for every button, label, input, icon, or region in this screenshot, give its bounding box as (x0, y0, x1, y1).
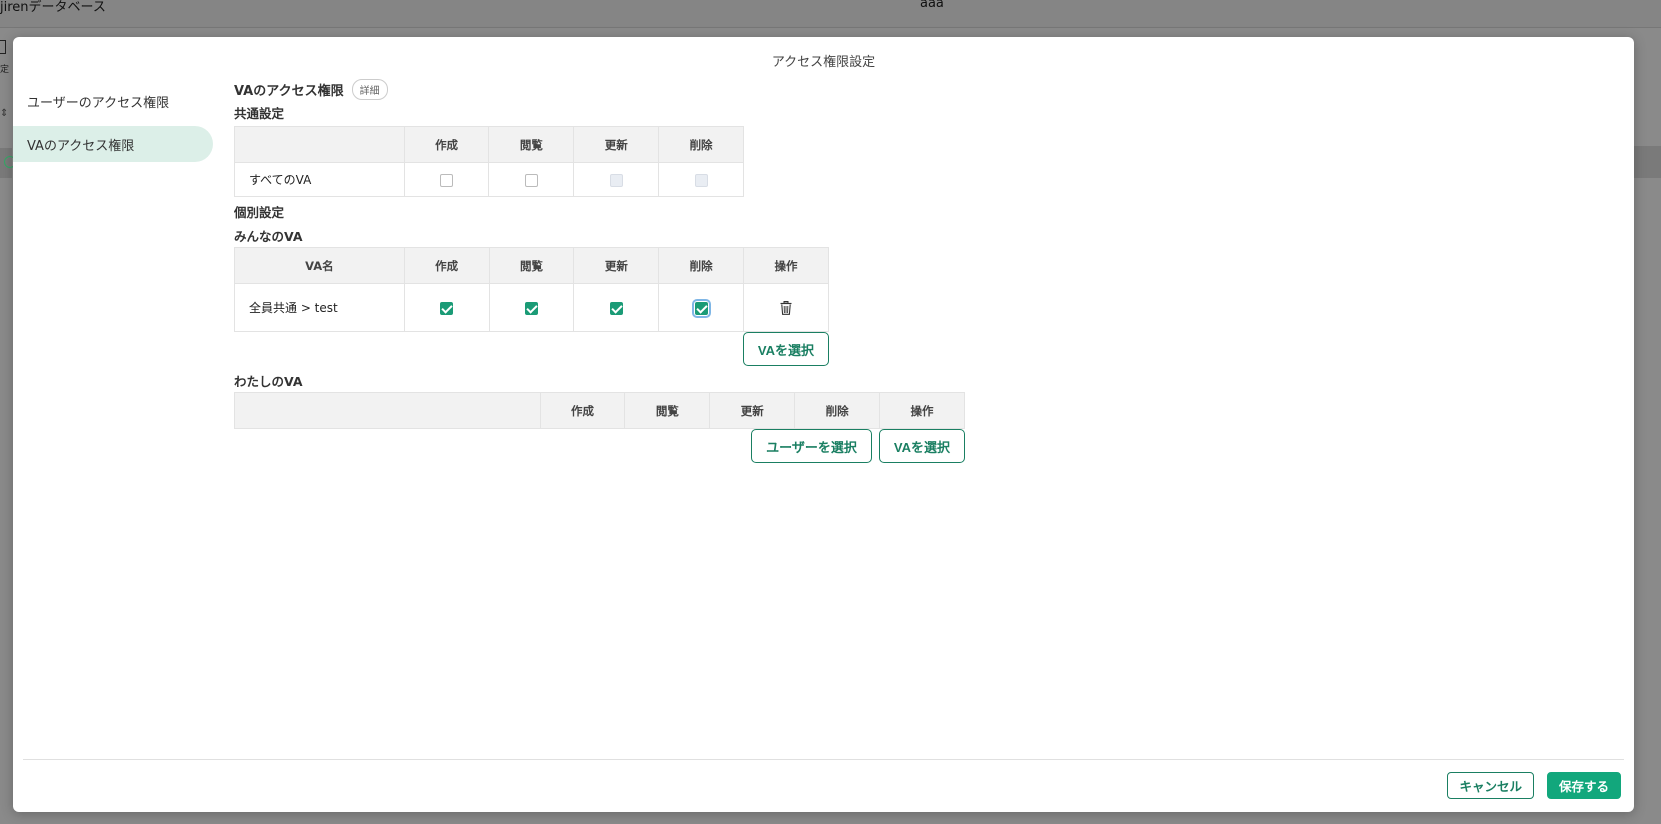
nav-item-va-access[interactable]: VAのアクセス権限 (13, 126, 213, 162)
column-header (234, 126, 405, 163)
view-cell (488, 162, 575, 197)
modal-title: アクセス権限設定 (771, 55, 876, 70)
column-header: 更新 (573, 126, 660, 163)
view-checkbox[interactable] (524, 173, 538, 187)
column-header: 削除 (794, 392, 881, 429)
create-cell (403, 162, 490, 197)
create-cell (403, 283, 490, 332)
update-checkbox[interactable] (609, 301, 623, 315)
va-name-cell: 全員共通 > test (234, 283, 405, 332)
everyone-va-actions: VAを選択 (234, 332, 829, 366)
section-title: VAのアクセス権限 (234, 83, 344, 99)
column-header: VA名 (234, 247, 405, 284)
column-header: 作成 (539, 392, 626, 429)
column-header: 閲覧 (624, 392, 711, 429)
common-settings-heading: 共通設定 (234, 106, 285, 121)
background-document-icon (0, 40, 6, 54)
footer-divider (23, 759, 1624, 760)
view-checkbox[interactable] (524, 301, 538, 315)
va-name-cell: すべてのVA (234, 162, 405, 197)
select-user-button[interactable]: ユーザーを選択 (751, 429, 872, 463)
update-cell (573, 162, 660, 197)
delete-checkbox (694, 173, 708, 187)
modal-footer: キャンセル 保存する (1447, 772, 1621, 799)
nav-item-label: VAのアクセス権限 (27, 138, 135, 154)
delete-checkbox[interactable] (691, 298, 711, 318)
update-checkbox (609, 173, 623, 187)
table-row: すべてのVA (234, 162, 744, 197)
sort-icon: ⇕ (0, 108, 9, 119)
save-button[interactable]: 保存する (1546, 772, 1621, 799)
column-header: 閲覧 (488, 126, 575, 163)
individual-settings-heading: 個別設定 (234, 205, 285, 220)
delete-cell (658, 162, 744, 197)
background-row-end (1633, 146, 1661, 178)
background-side-label: 定 (0, 65, 10, 75)
common-settings-table: 作成 閲覧 更新 削除 すべてのVA (234, 126, 744, 197)
nav-item-user-access[interactable]: ユーザーのアクセス権限 (13, 83, 213, 119)
view-cell (488, 283, 575, 332)
column-header: 操作 (743, 247, 829, 284)
va-access-content: VAのアクセス権限 詳細 共通設定 作成 閲覧 更新 削除 すべてのVA 個別設… (234, 78, 1234, 463)
column-header: 閲覧 (488, 247, 575, 284)
modal-side-nav: ユーザーのアクセス権限 VAのアクセス権限 (13, 83, 213, 169)
select-va-button[interactable]: VAを選択 (742, 332, 829, 366)
my-va-heading: わたしのVA (234, 374, 303, 389)
cancel-button[interactable]: キャンセル (1447, 772, 1534, 799)
create-checkbox[interactable] (440, 173, 454, 187)
detail-badge[interactable]: 詳細 (351, 78, 388, 100)
column-header: 作成 (403, 247, 490, 284)
column-header (234, 392, 541, 429)
update-cell (573, 283, 660, 332)
my-va-actions: ユーザーを選択 VAを選択 (234, 429, 965, 463)
column-header: 削除 (658, 247, 745, 284)
va-access-heading: VAのアクセス権限 詳細 (234, 78, 1234, 100)
background-field-value: aaa (920, 0, 944, 11)
everyone-va-heading: みんなのVA (234, 229, 303, 244)
column-header: 更新 (709, 392, 796, 429)
table-row: 全員共通 > test (234, 283, 829, 332)
background-db-title: jirenデータベース (0, 0, 106, 15)
delete-cell (658, 283, 745, 332)
column-header: 更新 (573, 247, 660, 284)
select-va-button[interactable]: VAを選択 (878, 429, 965, 463)
everyone-va-table: VA名 作成 閲覧 更新 削除 操作 全員共通 > test (234, 247, 829, 332)
background-topbar: jirenデータベース aaa (0, 0, 1661, 28)
access-settings-modal: アクセス権限設定 ユーザーのアクセス権限 VAのアクセス権限 VAのアクセス権限… (13, 37, 1634, 812)
column-header: 削除 (658, 126, 744, 163)
action-cell (743, 283, 829, 332)
column-header: 操作 (879, 392, 965, 429)
nav-item-label: ユーザーのアクセス権限 (27, 95, 170, 111)
trash-icon[interactable] (780, 300, 792, 315)
column-header: 作成 (403, 126, 490, 163)
my-va-table: 作成 閲覧 更新 削除 操作 (234, 392, 965, 429)
create-checkbox[interactable] (440, 301, 454, 315)
